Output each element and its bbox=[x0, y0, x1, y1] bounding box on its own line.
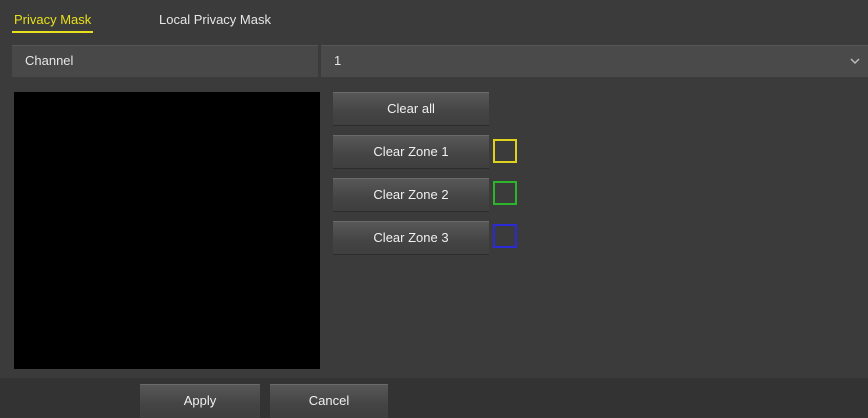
zone-1-color-swatch bbox=[493, 139, 517, 163]
channel-select-value: 1 bbox=[334, 53, 342, 68]
tab-local-privacy-mask[interactable]: Local Privacy Mask bbox=[159, 12, 271, 27]
channel-label: Channel bbox=[12, 45, 318, 77]
clear-zone-1-button[interactable]: Clear Zone 1 bbox=[333, 135, 489, 168]
clear-all-button[interactable]: Clear all bbox=[333, 92, 489, 125]
cancel-button[interactable]: Cancel bbox=[270, 384, 388, 418]
video-preview[interactable] bbox=[14, 92, 320, 369]
clear-zone-2-button[interactable]: Clear Zone 2 bbox=[333, 178, 489, 211]
tab-bar: Privacy Mask Local Privacy Mask bbox=[0, 0, 868, 38]
footer-bar bbox=[0, 378, 868, 418]
apply-button[interactable]: Apply bbox=[140, 384, 260, 418]
channel-row: Channel 1 bbox=[12, 45, 868, 77]
zone-3-color-swatch bbox=[493, 224, 517, 248]
chevron-down-icon bbox=[850, 58, 860, 65]
clear-zone-3-button[interactable]: Clear Zone 3 bbox=[333, 221, 489, 254]
tab-privacy-mask[interactable]: Privacy Mask bbox=[11, 12, 94, 33]
privacy-mask-page: Privacy Mask Local Privacy Mask Channel … bbox=[0, 0, 868, 418]
channel-select[interactable]: 1 bbox=[321, 45, 868, 77]
zone-2-color-swatch bbox=[493, 181, 517, 205]
